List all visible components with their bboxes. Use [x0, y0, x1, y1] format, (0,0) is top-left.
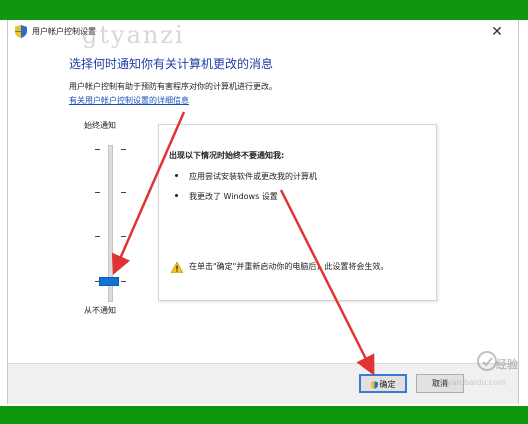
title-bar: 用户帐户控制设置 gtyanzi ✕: [8, 20, 518, 49]
slider-tick: [121, 149, 126, 150]
bullet-text: 我更改了 Windows 设置: [189, 192, 278, 201]
bullet-dot: [175, 194, 178, 197]
uac-shield-icon: [15, 25, 27, 38]
warning-text: 在单击"确定"并重新启动你的电脑后，此设置将会生效。: [189, 262, 389, 271]
warning-icon: [171, 262, 183, 273]
description-text: 用户帐户控制有助于预防有害程序对你的计算机进行更改。: [69, 82, 277, 91]
jingyan-watermark: 经验: [496, 358, 518, 371]
jingyan-url-watermark: jingyan.baidu.com: [432, 378, 506, 387]
slider-tick: [95, 236, 100, 237]
baidu-jingyan-logo-icon: [477, 351, 497, 371]
bullet-dot: [175, 174, 178, 177]
slider-tick: [95, 192, 100, 193]
uac-shield-icon: [370, 380, 378, 389]
panel-heading: 出现以下情况时始终不要通知我:: [169, 151, 285, 160]
slider-tick: [121, 236, 126, 237]
bullet-text: 应用尝试安装软件或更改我的计算机: [189, 172, 317, 181]
slider-tick: [95, 149, 100, 150]
uac-details-link[interactable]: 有关用户帐户控制设置的详细信息: [69, 95, 189, 106]
slider-tick: [121, 192, 126, 193]
close-button[interactable]: ✕: [484, 22, 510, 42]
page-heading: 选择何时通知你有关计算机更改的消息: [69, 57, 274, 71]
ok-button-label: 确定: [379, 380, 396, 389]
bottom-green-bar: [0, 406, 528, 424]
close-icon: ✕: [491, 24, 503, 40]
slider-bottom-label: 从不通知: [84, 306, 116, 315]
slider-tick: [121, 281, 126, 282]
slider-thumb[interactable]: [99, 277, 119, 286]
ok-button[interactable]: 确定: [359, 374, 407, 393]
setting-description-panel: 出现以下情况时始终不要通知我: 应用尝试安装软件或更改我的计算机 我更改了 Wi…: [158, 124, 437, 301]
watermark-text: gtyanzi: [82, 21, 185, 49]
slider-top-label: 始终通知: [84, 121, 116, 130]
top-green-bar: [0, 0, 528, 20]
uac-settings-window: 用户帐户控制设置 gtyanzi ✕ 选择何时通知你有关计算机更改的消息 用户帐…: [7, 20, 519, 404]
